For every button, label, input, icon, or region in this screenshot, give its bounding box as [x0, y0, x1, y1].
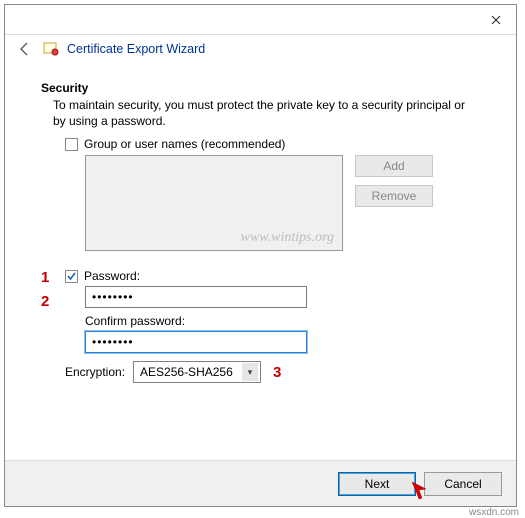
group-names-option: Group or user names (recommended)	[65, 137, 480, 151]
confirm-password-label: Confirm password:	[85, 314, 480, 328]
footer: Next Cancel	[5, 460, 516, 506]
certificate-icon	[43, 41, 59, 57]
encryption-select[interactable]: AES256-SHA256 ▾	[133, 361, 261, 383]
close-button[interactable]	[476, 6, 516, 34]
chevron-down-icon: ▾	[242, 363, 258, 381]
password-section: 1 Password: 2 Confirm password:	[65, 269, 480, 353]
encryption-label: Encryption:	[65, 365, 125, 379]
back-arrow-icon	[17, 41, 33, 57]
header: Certificate Export Wizard	[5, 35, 516, 69]
group-names-listbox[interactable]: www.wintips.org	[85, 155, 343, 251]
group-names-label: Group or user names (recommended)	[84, 137, 285, 151]
password-input[interactable]	[85, 286, 307, 308]
annotation-3: 3	[273, 364, 281, 381]
content-area: Security To maintain security, you must …	[5, 69, 516, 460]
password-checkbox[interactable]	[65, 270, 78, 283]
cancel-button[interactable]: Cancel	[424, 472, 502, 496]
back-button[interactable]	[15, 39, 35, 59]
checkmark-icon	[66, 271, 77, 282]
section-heading: Security	[41, 81, 480, 95]
group-names-checkbox[interactable]	[65, 138, 78, 151]
add-button: Add	[355, 155, 433, 177]
group-buttons: Add Remove	[355, 155, 433, 207]
group-names-area: www.wintips.org Add Remove	[85, 155, 480, 251]
section-description: To maintain security, you must protect t…	[53, 97, 480, 129]
wizard-window: Certificate Export Wizard Security To ma…	[4, 4, 517, 507]
watermark-text: www.wintips.org	[241, 230, 334, 246]
remove-button: Remove	[355, 185, 433, 207]
annotation-2: 2	[41, 293, 49, 310]
next-button[interactable]: Next	[338, 472, 416, 496]
password-option: Password:	[65, 269, 480, 283]
encryption-selected-value: AES256-SHA256	[140, 365, 233, 379]
close-icon	[491, 15, 501, 25]
wizard-title: Certificate Export Wizard	[67, 42, 205, 56]
attribution-text: wsxdn.com	[469, 507, 519, 518]
encryption-row: Encryption: AES256-SHA256 ▾ 3	[65, 361, 480, 383]
password-label: Password:	[84, 269, 140, 283]
annotation-1: 1	[41, 269, 49, 286]
titlebar	[5, 5, 516, 35]
confirm-password-input[interactable]	[85, 331, 307, 353]
